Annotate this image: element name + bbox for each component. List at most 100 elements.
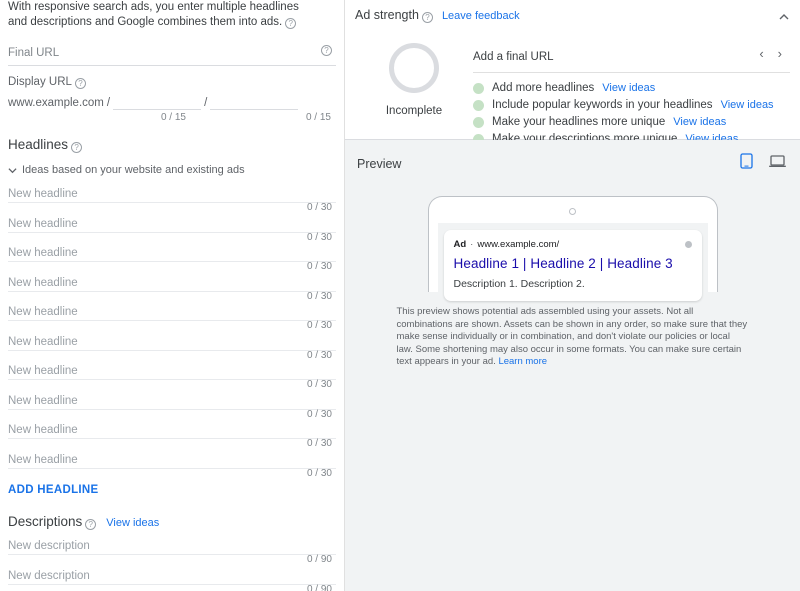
ad-strength-gauge-wrap: Incomplete xyxy=(355,27,473,148)
headline-counter-1: 0 / 30 xyxy=(307,202,332,213)
recommendation-text-3: Make your headlines more unique xyxy=(492,116,665,128)
preview-panel: Preview xyxy=(345,140,800,590)
phone-mockup: Ad · www.example.com/ Headline 1 | Headl… xyxy=(428,196,718,292)
recommendation-item: Make your headlines more unique View idea… xyxy=(473,114,790,130)
final-url-field[interactable]: Final URL ? xyxy=(8,42,336,66)
leave-feedback-link[interactable]: Leave feedback xyxy=(442,10,520,22)
headline-input-9[interactable]: New headline xyxy=(8,421,336,439)
headline-row: New headline0 / 30 xyxy=(8,392,336,422)
ad-preview-description: Description 1. Description 2. xyxy=(454,278,692,290)
ad-strength-body: Incomplete Add a final URL ‹ › Add more … xyxy=(355,27,790,148)
headline-input-8[interactable]: New headline xyxy=(8,392,336,410)
headline-input-5[interactable]: New headline xyxy=(8,303,336,321)
ad-strength-panel: Ad strength? Leave feedback Incomplete A… xyxy=(345,0,800,140)
add-headline-button[interactable]: ADD HEADLINE xyxy=(8,484,336,496)
display-url-label-wrap: Display URL? xyxy=(8,76,336,89)
intro-help-icon[interactable]: ? xyxy=(285,18,296,29)
collapse-panel-button[interactable] xyxy=(778,10,790,28)
headline-row: New headline0 / 30 xyxy=(8,244,336,274)
desktop-preview-button[interactable] xyxy=(769,154,786,174)
headline-rows-list: New headline0 / 30New headline0 / 30New … xyxy=(8,185,336,480)
ad-preview-url-row: Ad · www.example.com/ xyxy=(454,239,692,250)
description-row: New description0 / 90 xyxy=(8,537,336,567)
recommendation-view-ideas-link-3[interactable]: View ideas xyxy=(673,116,726,128)
phone-screen: Ad · www.example.com/ Headline 1 | Headl… xyxy=(438,223,708,293)
recommendation-status-dot-icon xyxy=(473,83,484,94)
descriptions-header: Descriptions? View ideas xyxy=(8,514,336,530)
ad-display-url: www.example.com/ xyxy=(477,239,559,250)
ad-separator: · xyxy=(466,239,477,250)
ad-strength-title-wrap: Ad strength? xyxy=(355,8,433,23)
recommendation-list: Add more headlines View ideas Include popu… xyxy=(473,73,790,147)
descriptions-help-icon[interactable]: ? xyxy=(85,519,96,530)
recommendation-view-ideas-link-2[interactable]: View ideas xyxy=(721,99,774,111)
headline-input-2[interactable]: New headline xyxy=(8,215,336,233)
headline-input-3[interactable]: New headline xyxy=(8,244,336,262)
headlines-help-icon[interactable]: ? xyxy=(71,142,82,153)
recommendation-headline: Add a final URL xyxy=(473,51,790,73)
headline-input-4[interactable]: New headline xyxy=(8,274,336,292)
ad-strength-gauge xyxy=(389,43,439,93)
headline-counter-10: 0 / 30 xyxy=(307,468,332,479)
headline-row: New headline0 / 30 xyxy=(8,333,336,363)
headline-counter-4: 0 / 30 xyxy=(307,291,332,302)
description-input-1[interactable]: New description xyxy=(8,537,336,555)
preview-note-text: This preview shows potential ads assembl… xyxy=(397,306,748,367)
preview-disclaimer: This preview shows potential ads assembl… xyxy=(397,306,749,369)
ad-preview-headline[interactable]: Headline 1 | Headline 2 | Headline 3 xyxy=(454,256,692,271)
headline-ideas-toggle[interactable]: Ideas based on your website and existing… xyxy=(8,164,336,176)
headline-input-7[interactable]: New headline xyxy=(8,362,336,380)
recommendation-text-2: Include popular keywords in your headlin… xyxy=(492,99,713,111)
display-url-path1-input[interactable] xyxy=(113,95,201,110)
descriptions-view-ideas-link[interactable]: View ideas xyxy=(106,517,159,529)
recommendation-item: Add more headlines View ideas xyxy=(473,80,790,96)
recommendation-status-dot-icon xyxy=(473,100,484,111)
ad-strength-header: Ad strength? Leave feedback xyxy=(355,8,790,23)
final-url-help-icon[interactable]: ? xyxy=(321,45,332,56)
preview-header: Preview xyxy=(345,140,800,174)
headline-counter-7: 0 / 30 xyxy=(307,379,332,390)
recommendations-section: Add a final URL ‹ › Add more headlines Vi… xyxy=(473,27,790,148)
headline-row: New headline0 / 30 xyxy=(8,215,336,245)
recommendation-status-dot-icon xyxy=(473,117,484,128)
headline-row: New headline0 / 30 xyxy=(8,303,336,333)
recommendation-text-1: Add more headlines xyxy=(492,82,594,94)
recommendation-nav: ‹ › xyxy=(759,47,782,60)
mobile-icon xyxy=(740,153,753,169)
descriptions-title-wrap: Descriptions? xyxy=(8,514,96,530)
headline-input-6[interactable]: New headline xyxy=(8,333,336,351)
headline-row: New headline0 / 30 xyxy=(8,362,336,392)
next-recommendation-button[interactable]: › xyxy=(778,47,782,60)
display-url-group: Display URL? www.example.com / / 0 / 15 … xyxy=(8,76,336,125)
headline-ideas-label: Ideas based on your website and existing… xyxy=(22,164,245,176)
display-url-counter-2: 0 / 15 xyxy=(186,110,331,125)
display-url-counters: 0 / 15 0 / 15 xyxy=(8,110,336,125)
ad-form-panel: With responsive search ads, you enter mu… xyxy=(0,0,345,591)
headline-input-1[interactable]: New headline xyxy=(8,185,336,203)
description-rows-list: New description0 / 90New description0 / … xyxy=(8,537,336,591)
desktop-icon xyxy=(769,154,786,169)
preview-title: Preview xyxy=(357,157,401,171)
display-url-slash-1: / xyxy=(104,97,113,110)
headline-row: New headline0 / 30 xyxy=(8,451,336,481)
display-url-label: Display URL xyxy=(8,76,72,88)
descriptions-title: Descriptions xyxy=(8,514,82,529)
chevron-up-icon xyxy=(778,11,790,23)
ad-badge: Ad xyxy=(454,239,467,250)
learn-more-link[interactable]: Learn more xyxy=(498,356,547,367)
prev-recommendation-button[interactable]: ‹ xyxy=(759,47,763,60)
ad-editor-page: With responsive search ads, you enter mu… xyxy=(0,0,800,591)
ad-preview-card: Ad · www.example.com/ Headline 1 | Headl… xyxy=(444,230,702,301)
display-url-counter-1: 0 / 15 xyxy=(8,110,186,125)
mobile-preview-button[interactable] xyxy=(740,153,753,174)
display-url-path2-input[interactable] xyxy=(210,95,298,110)
description-input-2[interactable]: New description xyxy=(8,567,336,585)
headline-input-10[interactable]: New headline xyxy=(8,451,336,469)
description-row: New description0 / 90 xyxy=(8,567,336,591)
ad-strength-help-icon[interactable]: ? xyxy=(422,12,433,23)
display-url-inputs: www.example.com / / xyxy=(8,91,336,110)
headlines-section-title-wrap: Headlines? xyxy=(8,137,336,153)
display-url-help-icon[interactable]: ? xyxy=(75,78,86,89)
headline-row: New headline0 / 30 xyxy=(8,185,336,215)
recommendation-view-ideas-link-1[interactable]: View ideas xyxy=(602,82,655,94)
